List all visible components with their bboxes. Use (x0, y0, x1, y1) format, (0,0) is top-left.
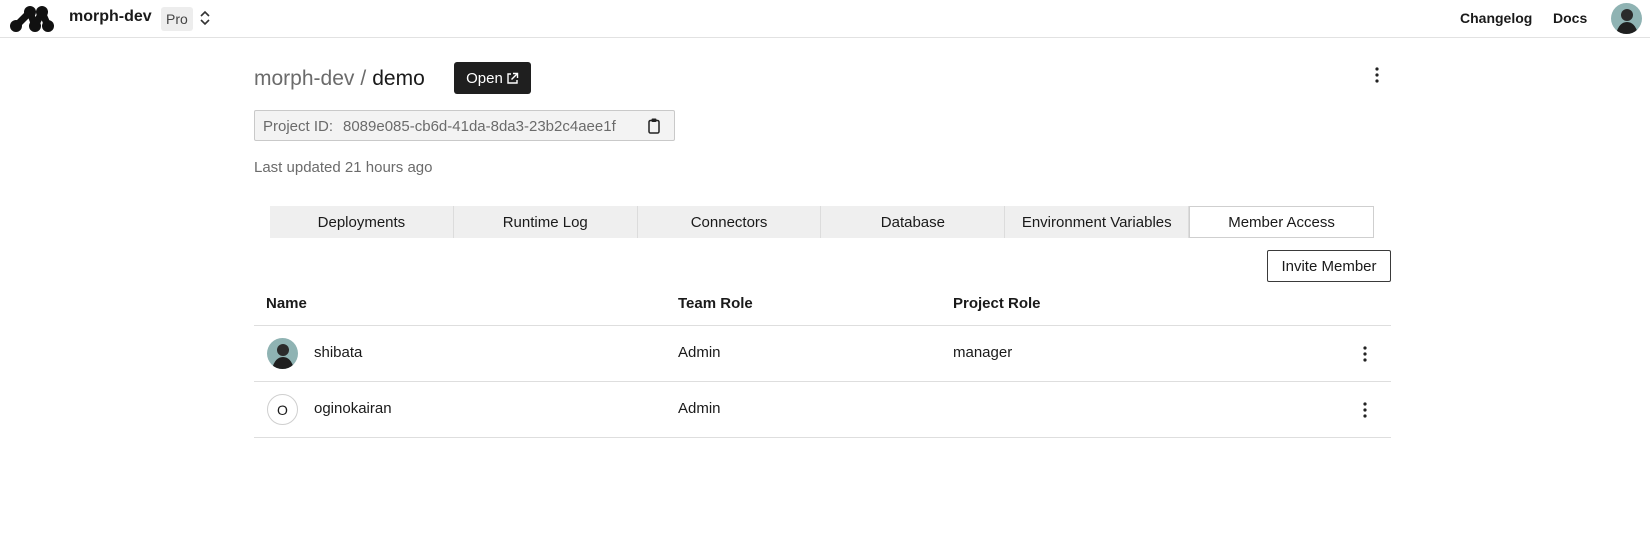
tab-runtime-log[interactable]: Runtime Log (454, 206, 638, 238)
morph-logo-icon[interactable] (10, 5, 55, 32)
more-vertical-icon[interactable] (1357, 401, 1373, 419)
member-name: oginokairan (314, 400, 392, 417)
member-project-role: manager (953, 344, 1013, 361)
tab-member-access[interactable]: Member Access (1189, 206, 1374, 238)
open-button-label: Open (466, 69, 503, 87)
top-nav: morph-dev Pro Changelog Docs (0, 0, 1650, 38)
breadcrumb-project: demo (372, 67, 425, 90)
table-header: Name Team Role Project Role (254, 286, 1391, 326)
more-vertical-icon[interactable] (1357, 345, 1373, 363)
team-name[interactable]: morph-dev (69, 8, 152, 26)
column-header-team-role: Team Role (678, 295, 753, 312)
tab-environment-variables[interactable]: Environment Variables (1005, 206, 1190, 238)
open-button[interactable]: Open (454, 62, 531, 94)
breadcrumb-separator: / (360, 67, 367, 90)
members-table: Name Team Role Project Role shibata Admi… (254, 286, 1391, 438)
column-header-project-role: Project Role (953, 295, 1041, 312)
clipboard-icon[interactable] (646, 117, 662, 135)
member-name: shibata (314, 344, 363, 361)
more-vertical-icon[interactable] (1369, 66, 1385, 84)
member-team-role: Admin (678, 344, 721, 361)
chevron-up-down-icon[interactable] (198, 9, 212, 27)
project-id-label: Project ID: (263, 118, 334, 135)
last-updated: Last updated 21 hours ago (254, 159, 433, 176)
external-link-icon (507, 72, 519, 84)
breadcrumb-team[interactable]: morph-dev (254, 67, 354, 90)
member-team-role: Admin (678, 400, 721, 417)
member-avatar: O (267, 394, 298, 425)
member-avatar (267, 338, 298, 369)
table-row: O oginokairan Admin (254, 382, 1391, 438)
project-id-value[interactable]: 8089e085-cb6d-41da-8da3-23b2c4aee1f (343, 118, 625, 135)
tab-deployments[interactable]: Deployments (270, 206, 454, 238)
tab-database[interactable]: Database (821, 206, 1006, 238)
project-tabs: Deployments Runtime Log Connectors Datab… (270, 206, 1374, 238)
docs-link[interactable]: Docs (1553, 10, 1587, 26)
project-id-field: Project ID: 8089e085-cb6d-41da-8da3-23b2… (254, 110, 675, 141)
column-header-name: Name (266, 295, 307, 312)
changelog-link[interactable]: Changelog (1460, 10, 1532, 26)
invite-member-button[interactable]: Invite Member (1267, 250, 1391, 282)
user-avatar[interactable] (1611, 3, 1642, 34)
table-row: shibata Admin manager (254, 326, 1391, 382)
plan-badge: Pro (161, 7, 193, 31)
breadcrumb: morph-dev / demo (254, 66, 425, 92)
tab-connectors[interactable]: Connectors (638, 206, 822, 238)
